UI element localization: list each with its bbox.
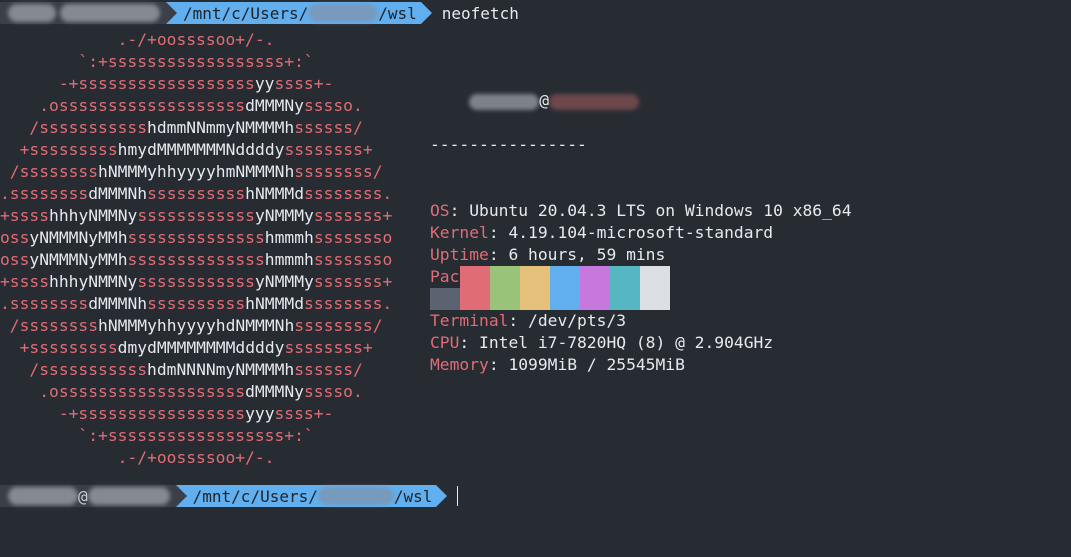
info-value: Intel i7-7820HQ (8) @ 2.904GHz: [479, 333, 774, 352]
color-swatch: [460, 266, 490, 310]
logo-line: .osssssssssssssssssssdMMMNysssso.: [0, 382, 363, 401]
logo-line: `:+ssssssssssssssssss+:`: [0, 426, 314, 445]
logo-line: +sssssssssdmydMMMMMMMMddddyssssssss+: [0, 338, 373, 357]
at-sign: @: [78, 486, 88, 506]
info-row-cpu: CPU: Intel i7-7820HQ (8) @ 2.904GHz: [430, 333, 774, 352]
logo-line: /ssssssssssshdmNNNNmyNMMMMhssssss/: [0, 360, 363, 379]
logo-line: /ssssssssssshdmmNNmmyNMMMMhssssss/: [0, 118, 363, 137]
logo-line: .-/+oossssoo+/-.: [0, 448, 275, 467]
powerline-separator-icon: [175, 485, 187, 507]
logo-line: `:+ssssssssssssssssss+:`: [0, 52, 314, 71]
logo-line: /sssssssshNMMMyhhyyyyhdNMMMNhssssssss/: [0, 316, 383, 335]
logo-line: +sssshhhyNMMNyssssssssssssyNMMMysssssss+: [0, 206, 393, 225]
prompt-path: /mnt/c/Users/ /wsl: [177, 2, 421, 24]
logo-line: -+ssssssssssssssssssyyssss+-: [0, 74, 334, 93]
prompt-context: @: [0, 485, 176, 507]
color-swatch: [580, 266, 610, 310]
at-sign: @: [539, 91, 550, 110]
powerline-arrow-icon: [420, 2, 432, 24]
redacted-user-folder: [317, 487, 394, 505]
redacted-hostname: [87, 487, 170, 505]
info-row-uptime: Uptime: 6 hours, 59 mins: [430, 245, 666, 264]
ubuntu-ascii-logo: .-/+oossssoo+/-. `:+ssssssssssssssssss+:…: [0, 29, 392, 469]
logo-line: .ssssssssdMMMNhsssssssssshNMMMdssssssss.: [0, 184, 393, 203]
info-value: Ubuntu 20.04.3 LTS on Windows 10 x86_64: [469, 201, 852, 220]
separator-line: ----------------: [430, 135, 587, 154]
text-cursor[interactable]: [457, 486, 459, 506]
info-key: Uptime: [430, 245, 489, 264]
command-text: neofetch: [441, 3, 519, 23]
logo-line: ossyNMMMNyMMhsssssssssssssshmmmhssssssso: [0, 250, 393, 269]
powerline-arrow-icon: [436, 485, 448, 507]
info-key: OS: [430, 201, 450, 220]
logo-line: /sssssssshNMMMyhhyyyyhmNMMMNhssssssss/: [0, 162, 383, 181]
redacted-hostname: [60, 4, 160, 22]
top-prompt: /mnt/c/Users/ /wsl neofetch: [0, 2, 519, 24]
path-suffix: /wsl: [378, 3, 417, 23]
color-swatch: [640, 266, 670, 310]
info-value: 4.19.104-microsoft-standard: [508, 223, 774, 242]
logo-line: .osssssssssssssssssssdMMMNysssso.: [0, 96, 363, 115]
color-swatch: [430, 288, 460, 310]
info-row-terminal: Terminal: /dev/pts/3: [430, 311, 627, 330]
redacted-username: [8, 4, 56, 22]
logo-line: .-/+oossssoo+/-.: [0, 30, 275, 49]
info-key: Memory: [430, 355, 489, 374]
logo-line: ossyNMMMNyMMhsssssssssssssshmmmhssssssso: [0, 228, 393, 247]
path-prefix: /mnt/c/Users/: [192, 486, 318, 506]
prompt-context: [0, 2, 166, 24]
redacted-hostname: [549, 93, 640, 110]
info-row-kernel: Kernel: 4.19.104-microsoft-standard: [430, 223, 774, 242]
path-prefix: /mnt/c/Users/: [183, 3, 309, 23]
user-host-line: @: [430, 68, 852, 110]
logo-line: +sssshhhyNMMNyssssssssssssyNMMMysssssss+: [0, 272, 393, 291]
color-swatch: [550, 266, 580, 310]
system-info: @ ---------------- OS: Ubuntu 20.04.3 LT…: [430, 24, 852, 398]
info-value: /dev/pts/3: [528, 311, 627, 330]
color-swatch: [490, 266, 520, 310]
info-row-os: OS: Ubuntu 20.04.3 LTS on Windows 10 x86…: [430, 201, 852, 220]
prompt-path: /mnt/c/Users/ /wsl: [186, 485, 437, 507]
info-key: Terminal: [430, 311, 509, 330]
info-value: 6 hours, 59 mins: [508, 245, 666, 264]
redacted-user-folder: [308, 4, 379, 22]
color-swatch: [610, 266, 640, 310]
info-row-memory: Memory: 1099MiB / 25545MiB: [430, 355, 685, 374]
logo-line: -+sssssssssssssssssyyyssss+-: [0, 404, 334, 423]
info-value: 1099MiB / 25545MiB: [508, 355, 685, 374]
redacted-username: [8, 487, 78, 505]
color-swatch: [520, 266, 550, 310]
color-palette: [430, 266, 670, 310]
logo-line: +ssssssssshmydMMMMMMMNddddyssssssss+: [0, 140, 373, 159]
path-suffix: /wsl: [393, 486, 433, 506]
info-key: CPU: [430, 333, 460, 352]
info-key: Kernel: [430, 223, 489, 242]
powerline-separator-icon: [166, 2, 177, 24]
redacted-username: [469, 93, 540, 110]
logo-line: .ssssssssdMMMNhsssssssssshNMMMdssssssss.: [0, 294, 393, 313]
bottom-prompt: @ /mnt/c/Users/ /wsl: [0, 485, 459, 507]
